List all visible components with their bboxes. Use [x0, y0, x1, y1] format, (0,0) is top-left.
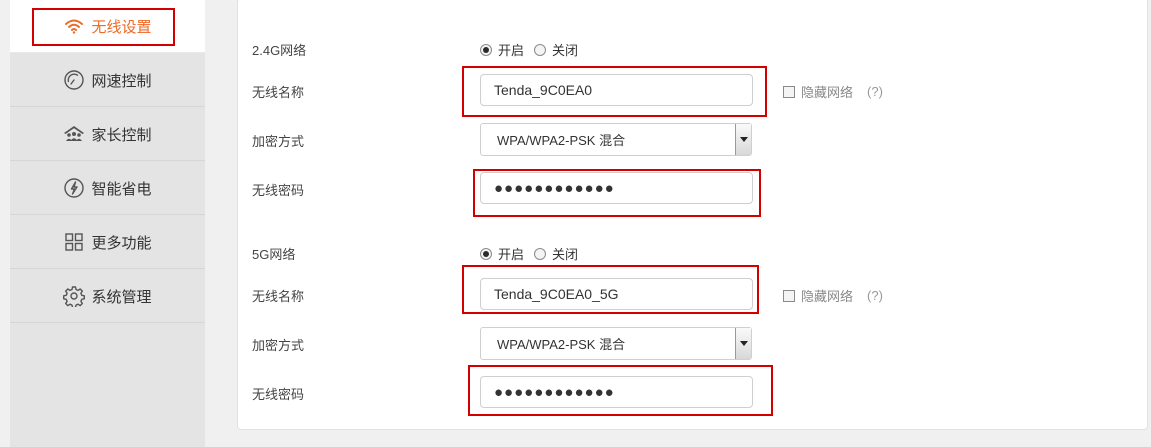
sidebar-item-wireless-settings[interactable]: 无线设置: [10, 0, 205, 53]
ssid-24g-label: 无线名称: [252, 85, 305, 100]
hide-network-24g-group: 隐藏网络 (?): [783, 82, 883, 101]
chevron-down-icon: [735, 124, 751, 155]
help-24g-link[interactable]: (?): [867, 84, 883, 99]
password-24g-label: 无线密码: [252, 183, 305, 198]
network-5g-on-label: 开启: [498, 247, 525, 262]
ssid-5g-input[interactable]: [480, 278, 753, 310]
sidebar-item-label: 无线设置: [91, 18, 152, 36]
encryption-24g-value: WPA/WPA2-PSK 混合: [497, 133, 626, 148]
sidebar-item-label: 智能省电: [91, 180, 152, 198]
sidebar-item-label: 家长控制: [91, 126, 152, 144]
sidebar-item-system-management[interactable]: 系统管理: [10, 270, 205, 323]
grid-icon: [63, 231, 85, 253]
sidebar-item-label: 更多功能: [91, 234, 152, 252]
hide-network-5g-group: 隐藏网络 (?): [783, 286, 883, 305]
encryption-5g-value: WPA/WPA2-PSK 混合: [497, 337, 626, 352]
hide-network-5g-checkbox[interactable]: [783, 289, 795, 302]
network-24g-label: 2.4G网络: [252, 43, 307, 58]
sidebar-item-label: 网速控制: [91, 72, 152, 90]
network-5g-radio-group: 开启 关闭: [480, 244, 588, 263]
gear-icon: [63, 285, 86, 307]
password-5g-label: 无线密码: [252, 387, 305, 402]
network-5g-off-label: 关闭: [552, 247, 579, 262]
sidebar-item-power-saving[interactable]: 智能省电: [10, 162, 205, 215]
ssid-5g-label: 无线名称: [252, 289, 305, 304]
network-24g-off-label: 关闭: [552, 43, 579, 58]
sidebar-item-speed-control[interactable]: 网速控制: [10, 54, 205, 107]
password-5g-input[interactable]: [480, 376, 753, 408]
network-5g-on-radio[interactable]: [480, 247, 492, 260]
hide-network-5g-label: 隐藏网络: [801, 289, 854, 304]
ssid-24g-input[interactable]: [480, 74, 753, 106]
sidebar-item-label: 系统管理: [91, 288, 152, 306]
network-24g-on-label: 开启: [498, 43, 525, 58]
wifi-icon: [63, 15, 85, 37]
network-5g-off-radio[interactable]: [534, 247, 547, 260]
hide-network-24g-label: 隐藏网络: [801, 85, 854, 100]
sidebar: 无线设置 网速控制 家长控制 智能省电 更多功能 系统管理: [10, 0, 205, 447]
network-5g-label: 5G网络: [252, 247, 296, 262]
sidebar-item-parental-control[interactable]: 家长控制: [10, 108, 205, 161]
network-24g-on-radio[interactable]: [480, 43, 492, 56]
network-24g-radio-group: 开启 关闭: [480, 40, 588, 59]
encryption-5g-label: 加密方式: [252, 338, 305, 353]
speedometer-icon: [63, 69, 85, 91]
encryption-5g-select[interactable]: WPA/WPA2-PSK 混合: [480, 327, 752, 360]
sidebar-item-more-features[interactable]: 更多功能: [10, 216, 205, 269]
hide-network-24g-checkbox[interactable]: [783, 85, 795, 98]
encryption-24g-select[interactable]: WPA/WPA2-PSK 混合: [480, 123, 752, 156]
chevron-down-icon: [735, 328, 751, 359]
help-5g-link[interactable]: (?): [867, 288, 883, 303]
network-24g-off-radio[interactable]: [534, 43, 547, 56]
wireless-settings-panel: [237, 0, 1148, 430]
password-24g-input[interactable]: [480, 172, 753, 204]
encryption-24g-label: 加密方式: [252, 134, 305, 149]
power-saving-icon: [63, 177, 85, 199]
family-icon: [63, 123, 85, 145]
